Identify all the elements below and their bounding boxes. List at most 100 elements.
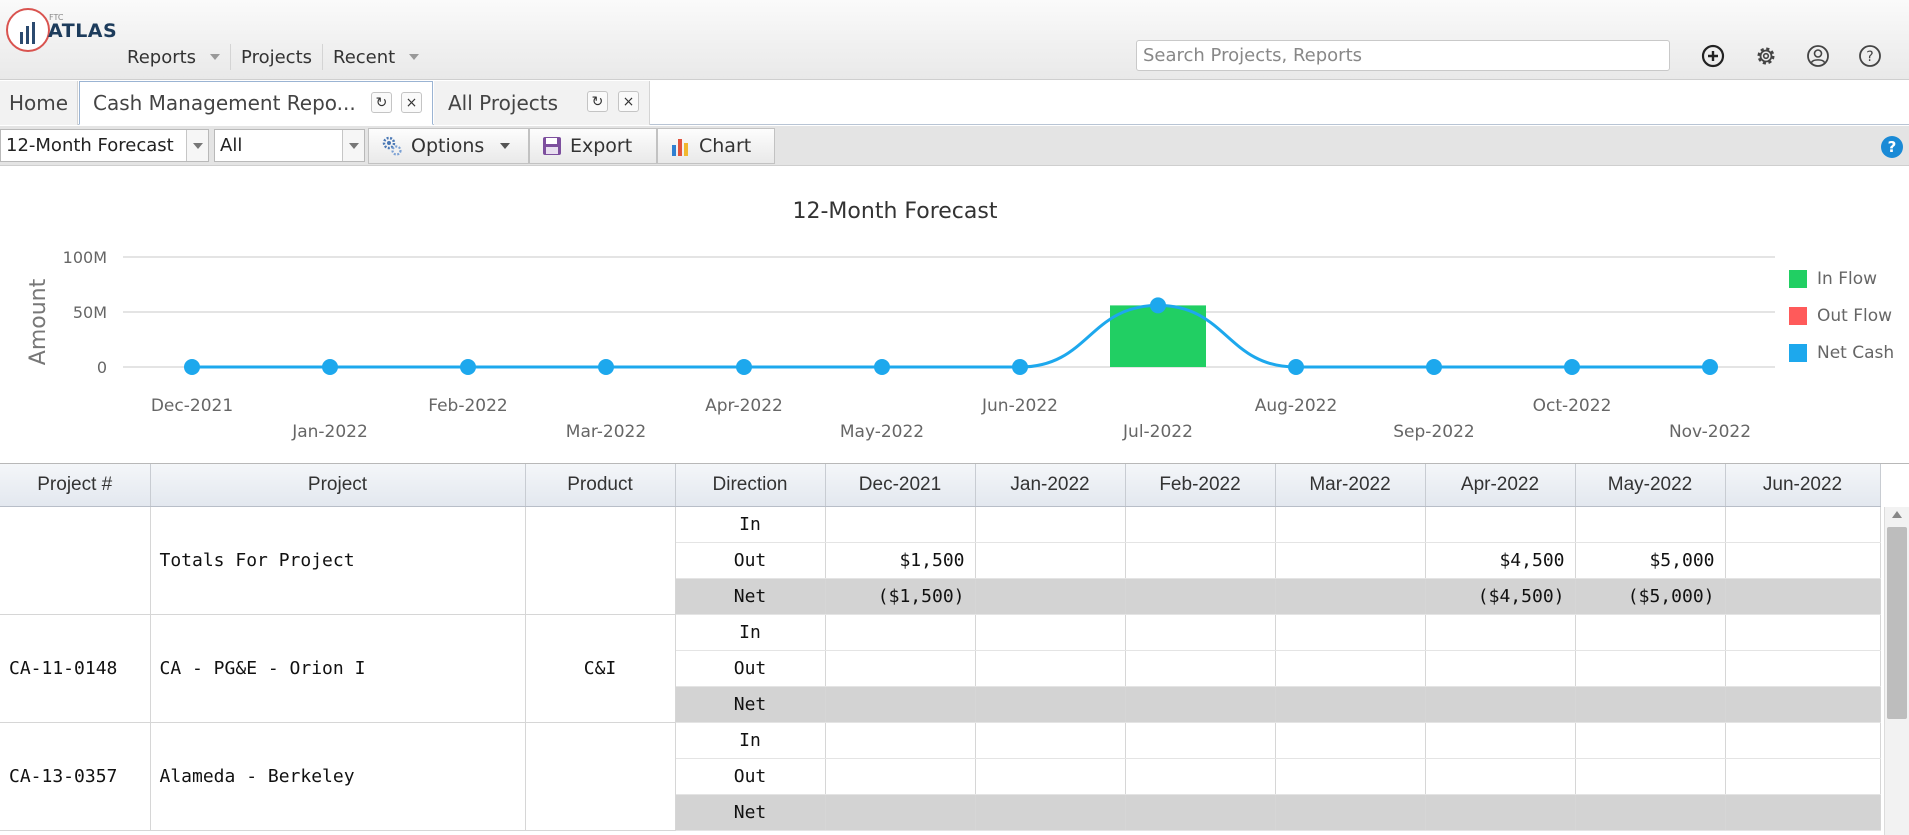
options-button[interactable]: Options xyxy=(368,128,529,164)
nav-reports[interactable]: Reports xyxy=(117,44,232,70)
amount-cell xyxy=(1575,614,1726,651)
amount-cell xyxy=(1425,614,1576,651)
filter-select[interactable]: All xyxy=(214,129,365,162)
table-row[interactable]: Totals For Project In xyxy=(0,506,1881,615)
search-input[interactable] xyxy=(1136,40,1670,71)
amount-cell xyxy=(975,794,1126,831)
report-type-select[interactable]: 12-Month Forecast xyxy=(0,129,209,162)
amount-cell xyxy=(1125,542,1276,579)
y-axis-title: Amount xyxy=(26,278,51,365)
amount-cell xyxy=(1725,506,1881,543)
amount-cell xyxy=(975,614,1126,651)
scroll-up-icon[interactable] xyxy=(1892,511,1902,518)
amount-cell xyxy=(1425,794,1576,831)
amount-cell xyxy=(1725,650,1881,687)
amount-cell xyxy=(1425,686,1576,723)
refresh-icon[interactable]: ↻ xyxy=(587,91,608,112)
nav-reports-label: Reports xyxy=(127,46,197,68)
close-icon[interactable]: × xyxy=(401,92,422,113)
forecast-grid: Project # Project Product Direction Dec-2021… xyxy=(0,463,1909,835)
x-tick-label: Apr-2022 xyxy=(705,396,783,416)
nav-projects[interactable]: Projects xyxy=(231,44,324,70)
amount-cell xyxy=(1725,758,1881,795)
refresh-icon[interactable]: ↻ xyxy=(371,92,392,113)
export-button[interactable]: Export xyxy=(529,128,657,164)
direction-cell: Out xyxy=(675,758,826,795)
tab-all-projects[interactable]: All Projects ↻ × xyxy=(434,81,650,125)
amount-cell xyxy=(975,506,1126,543)
net-cash-point xyxy=(874,359,890,376)
column-header[interactable]: Product xyxy=(525,464,676,507)
table-row[interactable]: CA-11-0148 CA - PG&E - Orion I C&I In xyxy=(0,614,1881,723)
atlas-logo-icon[interactable] xyxy=(6,8,50,52)
amount-cell xyxy=(1125,758,1276,795)
column-header[interactable]: Project xyxy=(150,464,526,507)
nav-projects-label: Projects xyxy=(241,46,313,68)
amount-cell xyxy=(1125,686,1276,723)
column-header[interactable]: May-2022 xyxy=(1575,464,1726,507)
amount-cell xyxy=(975,578,1126,615)
column-header[interactable]: Feb-2022 xyxy=(1125,464,1276,507)
direction-cell: Out xyxy=(675,542,826,579)
add-icon[interactable] xyxy=(1701,44,1725,68)
direction-cell: In xyxy=(675,722,826,759)
direction-cell: Net xyxy=(675,686,826,723)
amount-cell xyxy=(1575,758,1726,795)
legend-item[interactable]: In Flow xyxy=(1789,260,1894,297)
chevron-down-icon[interactable] xyxy=(342,130,364,161)
project-number-cell xyxy=(0,506,151,615)
x-tick-label: Mar-2022 xyxy=(566,422,646,442)
legend-swatch xyxy=(1789,343,1807,362)
tab-all-projects-label: All Projects xyxy=(448,91,558,115)
amount-cell xyxy=(1275,578,1426,615)
help-icon[interactable]: ? xyxy=(1881,136,1903,158)
amount-cell: ($5,000) xyxy=(1575,578,1726,615)
amount-cell xyxy=(1275,722,1426,759)
x-tick-label: Nov-2022 xyxy=(1669,422,1751,442)
column-header[interactable]: Project # xyxy=(0,464,151,507)
gear-icon[interactable] xyxy=(1754,44,1778,68)
tab-home[interactable]: Home xyxy=(0,81,78,125)
logo-text[interactable]: ATLAS xyxy=(48,20,117,42)
vertical-scrollbar[interactable] xyxy=(1884,507,1909,835)
tab-cash-management-report[interactable]: Cash Management Repo... ↻ × xyxy=(79,81,433,125)
direction-cell: Net xyxy=(675,578,826,615)
amount-cell xyxy=(1725,722,1881,759)
chart-button[interactable]: Chart xyxy=(657,128,775,164)
legend-item[interactable]: Net Cash xyxy=(1789,334,1894,371)
nav-recent[interactable]: Recent xyxy=(323,44,429,70)
column-header[interactable]: Jun-2022 xyxy=(1725,464,1881,507)
legend-item[interactable]: Out Flow xyxy=(1789,297,1894,334)
column-header[interactable]: Direction xyxy=(675,464,826,507)
close-icon[interactable]: × xyxy=(618,91,639,112)
chevron-down-icon[interactable] xyxy=(186,130,208,161)
net-cash-point xyxy=(1426,359,1442,375)
project-name-cell: Totals For Project xyxy=(150,506,526,615)
user-icon[interactable] xyxy=(1806,44,1830,68)
tab-cash-management-label: Cash Management Repo... xyxy=(93,91,356,115)
main-nav: Reports Projects Recent xyxy=(117,44,429,70)
tab-home-label: Home xyxy=(9,91,69,115)
scrollbar-thumb[interactable] xyxy=(1887,527,1907,719)
amount-cell xyxy=(825,794,976,831)
product-cell xyxy=(525,506,676,615)
net-cash-point xyxy=(1702,359,1718,375)
amount-cell: ($4,500) xyxy=(1425,578,1576,615)
column-header[interactable]: Apr-2022 xyxy=(1425,464,1576,507)
column-header[interactable]: Dec-2021 xyxy=(825,464,976,507)
amount-cell: $1,500 xyxy=(825,542,976,579)
net-cash-point xyxy=(736,359,752,376)
help-icon[interactable]: ? xyxy=(1858,44,1882,68)
gears-icon xyxy=(382,136,402,156)
table-row[interactable]: CA-13-0357 Alameda - Berkeley In xyxy=(0,722,1881,831)
x-tick-label: Aug-2022 xyxy=(1255,396,1338,416)
amount-cell xyxy=(1575,794,1726,831)
amount-cell xyxy=(975,686,1126,723)
bar-chart-icon xyxy=(672,139,688,156)
amount-cell xyxy=(825,758,976,795)
column-header[interactable]: Mar-2022 xyxy=(1275,464,1426,507)
amount-cell xyxy=(1425,506,1576,543)
column-header[interactable]: Jan-2022 xyxy=(975,464,1126,507)
net-cash-point xyxy=(322,359,338,375)
project-number-cell: CA-13-0357 xyxy=(0,722,151,831)
